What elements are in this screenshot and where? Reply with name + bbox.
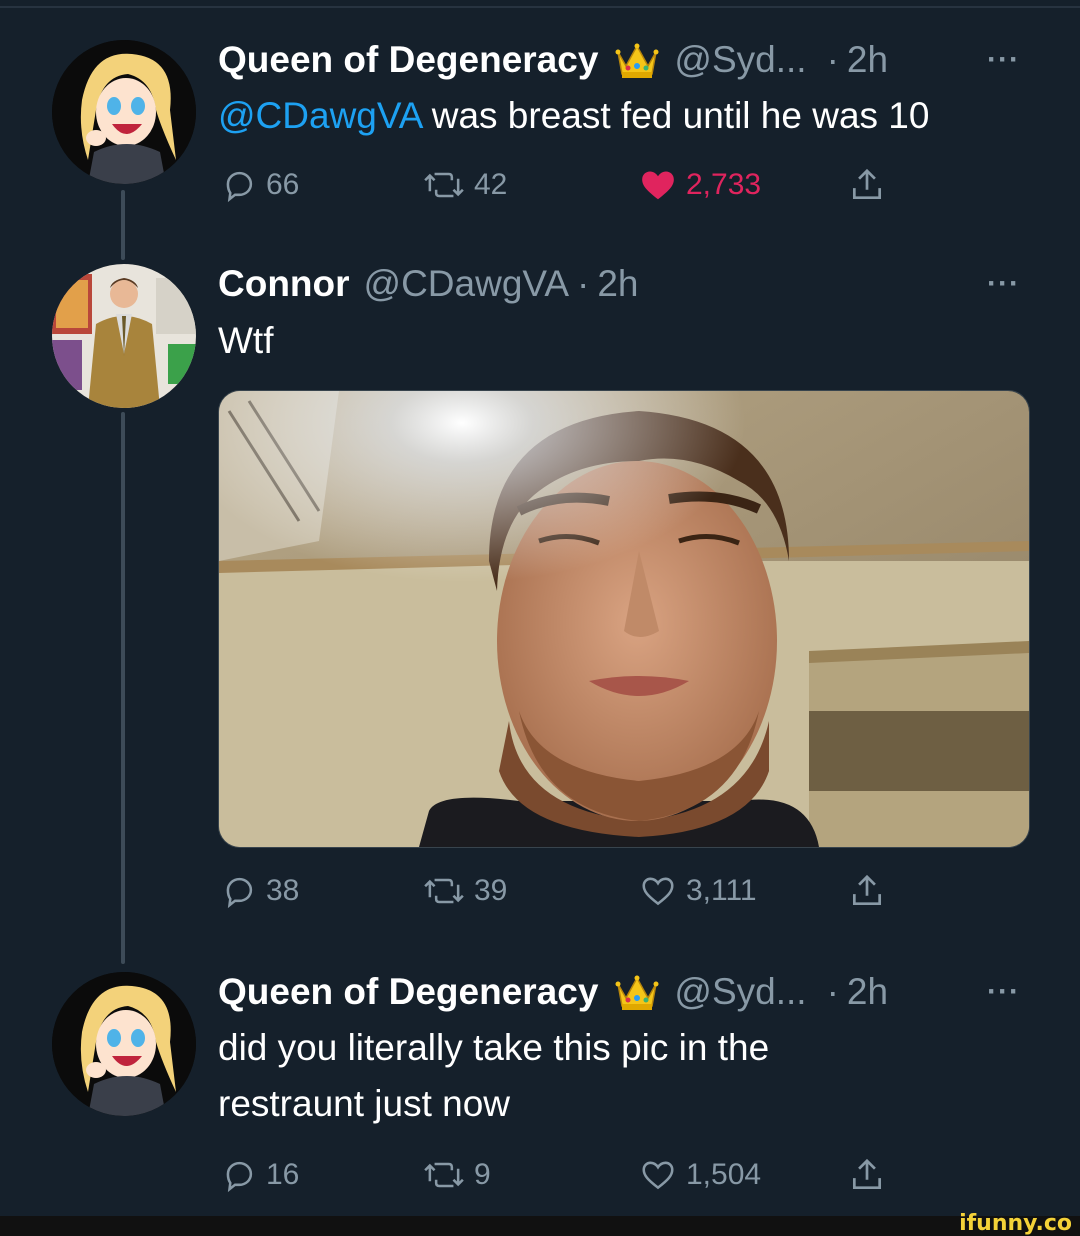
crown-icon <box>614 40 660 80</box>
like-button[interactable]: 3,111 <box>638 866 757 916</box>
timestamp[interactable]: 2h <box>847 39 888 81</box>
share-icon <box>852 1158 882 1190</box>
more-options-button[interactable]: ··· <box>987 966 1020 1018</box>
tweet-text: @CDawgVA was breast fed until he was 10 <box>218 88 1030 144</box>
tweet-header: Queen of Degeneracy @Syd... · 2h ··· <box>218 34 1020 86</box>
tweet-text: did you literally take this pic in the r… <box>218 1027 770 1124</box>
retweet-count: 39 <box>474 874 508 907</box>
retweet-button[interactable]: 42 <box>422 160 507 210</box>
tweet-actions: 66 42 2,733 <box>218 160 918 210</box>
retweet-icon <box>424 1162 464 1188</box>
handle[interactable]: @Syd... <box>674 971 806 1013</box>
handle[interactable]: @CDawgVA <box>364 263 570 305</box>
display-name[interactable]: Connor <box>218 263 350 305</box>
tweet-header: Queen of Degeneracy @Syd... · 2h ··· <box>218 966 1020 1018</box>
timestamp[interactable]: 2h <box>847 971 888 1013</box>
reply-button[interactable]: 66 <box>220 160 299 210</box>
share-button[interactable] <box>848 160 894 210</box>
twitter-thread: Queen of Degeneracy @Syd... · 2h ··· @CD <box>0 0 1080 1236</box>
retweet-count: 9 <box>474 1158 491 1191</box>
display-name[interactable]: Queen of Degeneracy <box>218 39 598 81</box>
reply-count: 38 <box>266 874 300 907</box>
avatar-queen[interactable] <box>52 972 196 1116</box>
reply-icon <box>226 171 253 203</box>
selfie-photo <box>219 391 1029 847</box>
avatar-connor[interactable] <box>52 264 196 408</box>
retweet-icon <box>424 172 464 198</box>
mention-link[interactable]: @CDawgVA <box>218 95 421 136</box>
display-name[interactable]: Queen of Degeneracy <box>218 971 598 1013</box>
tweet-text: Wtf <box>218 320 274 361</box>
tweet-header: Connor @CDawgVA · 2h ··· <box>218 258 1020 310</box>
like-button[interactable]: 1,504 <box>638 1150 761 1200</box>
more-options-button[interactable]: ··· <box>987 34 1020 86</box>
top-divider <box>0 6 1080 8</box>
reply-button[interactable]: 38 <box>220 866 299 916</box>
retweet-button[interactable]: 9 <box>422 1150 491 1200</box>
tweet-actions: 16 9 1,504 <box>218 1150 918 1200</box>
separator: · <box>826 971 839 1012</box>
reply-button[interactable]: 16 <box>220 1150 299 1200</box>
share-button[interactable] <box>848 1150 894 1200</box>
retweet-icon <box>424 878 464 904</box>
tweet-text-content: was breast fed until he was 10 <box>421 95 930 136</box>
retweet-count: 42 <box>474 168 508 201</box>
heart-filled-icon <box>642 171 674 200</box>
like-count: 2,733 <box>686 168 762 201</box>
handle[interactable]: @Syd... <box>674 39 806 81</box>
like-count: 3,111 <box>686 874 757 907</box>
share-button[interactable] <box>848 866 894 916</box>
separator: · <box>577 263 590 304</box>
more-options-button[interactable]: ··· <box>987 258 1020 310</box>
timestamp[interactable]: 2h <box>597 263 638 305</box>
separator: · <box>826 39 839 80</box>
tweet-photo[interactable] <box>218 390 1030 848</box>
thread-line <box>121 412 125 964</box>
thread-line <box>121 190 125 260</box>
avatar-queen[interactable] <box>52 40 196 184</box>
crown-icon <box>614 972 660 1012</box>
retweet-button[interactable]: 39 <box>422 866 507 916</box>
like-button[interactable]: 2,733 <box>638 160 761 210</box>
tweet-actions: 38 39 3,111 <box>218 866 918 916</box>
share-icon <box>852 168 882 200</box>
bottom-bar <box>0 1216 1080 1236</box>
share-icon <box>852 874 882 906</box>
reply-count: 66 <box>266 168 300 201</box>
heart-icon <box>642 1161 674 1190</box>
like-count: 1,504 <box>686 1158 762 1191</box>
reply-icon <box>226 877 253 909</box>
reply-count: 16 <box>266 1158 300 1191</box>
ifunny-watermark: ifunny.co <box>959 1210 1072 1236</box>
reply-icon <box>226 1161 253 1193</box>
heart-icon <box>642 877 674 906</box>
